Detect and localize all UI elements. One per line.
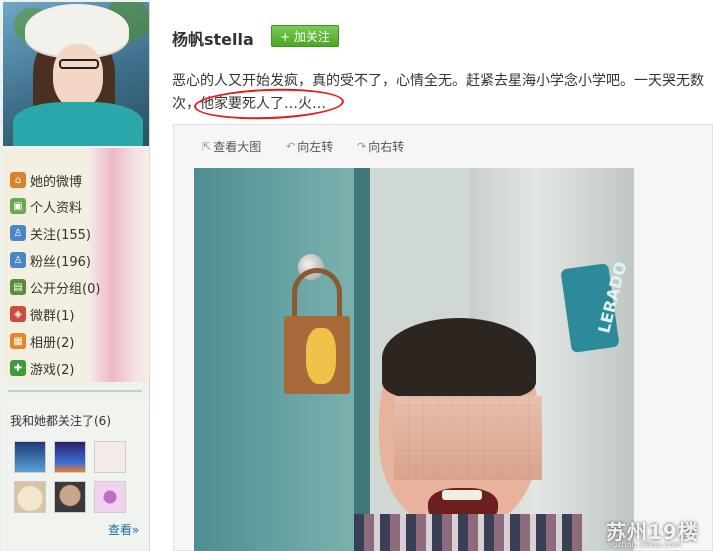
album-icon: ▦ <box>10 333 26 349</box>
rotate-right-icon: ↷ <box>357 140 367 153</box>
external-link-icon: ⇱ <box>202 140 212 153</box>
menu-item-label: 关注(155) <box>30 227 91 243</box>
photo-door-edge <box>354 168 370 551</box>
post-photo[interactable]: LERADO <box>194 168 634 551</box>
followed-user-avatar[interactable] <box>14 441 46 473</box>
sidebar-divider <box>8 390 142 392</box>
rotate-right-label: 向右转 <box>368 140 405 154</box>
view-large-button[interactable]: ⇱ 查看大图 <box>202 138 261 155</box>
follow-button[interactable]: + 加关注 <box>271 25 339 47</box>
profile-card-icon: ▣ <box>10 198 26 214</box>
profile-username: 杨帆stella <box>172 30 254 49</box>
rotate-right-button[interactable]: ↷ 向右转 <box>357 138 404 155</box>
followed-user-avatar[interactable] <box>14 481 46 513</box>
rotate-left-button[interactable]: ↶ 向左转 <box>286 138 333 155</box>
menu-item-label: 公开分组(0) <box>30 281 101 297</box>
menu-item-label: 粉丝(196) <box>30 254 91 270</box>
followed-user-avatar[interactable] <box>54 441 86 473</box>
menu-item-label: 她的微博 <box>30 174 83 190</box>
menu-item-label: 相册(2) <box>30 335 75 351</box>
profile-sidebar: ⌂ 她的微博 ▣ 个人资料 ♙ 关注(155) ♙ 粉丝(196) ▤ 公开分组… <box>0 0 150 551</box>
menu-item-fans[interactable]: ♙ 粉丝(196) <box>10 249 91 271</box>
home-icon: ⌂ <box>10 172 26 188</box>
see-more-link[interactable]: 查看» <box>108 521 139 538</box>
view-large-label: 查看大图 <box>213 140 262 154</box>
rotate-left-label: 向左转 <box>297 140 334 154</box>
menu-item-groups[interactable]: ▤ 公开分组(0) <box>10 276 100 298</box>
avatar-glasses <box>59 59 99 69</box>
avatar-face <box>53 44 103 108</box>
site-watermark-url: suzhou.19lou.com <box>608 540 682 549</box>
photo-bag-strap <box>292 268 342 318</box>
photo-child-hair <box>382 318 536 398</box>
followed-user-avatar[interactable] <box>54 481 86 513</box>
avatar-coat <box>13 102 143 146</box>
followed-user-avatar[interactable] <box>94 441 126 473</box>
menu-item-weibo[interactable]: ⌂ 她的微博 <box>10 169 82 191</box>
photo-child-shirt <box>354 514 584 551</box>
rotate-left-icon: ↶ <box>286 140 296 153</box>
menu-item-profile[interactable]: ▣ 个人资料 <box>10 195 82 217</box>
photo-child-teeth <box>442 490 482 500</box>
photo-bag-bunny <box>306 328 336 384</box>
menu-item-album[interactable]: ▦ 相册(2) <box>10 330 74 352</box>
common-follow-title: 我和她都关注了(6) <box>10 414 111 428</box>
menu-item-weiqun[interactable]: ◈ 微群(1) <box>10 303 74 325</box>
menu-item-label: 个人资料 <box>30 200 83 216</box>
menu-item-label: 微群(1) <box>30 308 75 324</box>
game-icon: ✚ <box>10 360 26 376</box>
person-icon: ♙ <box>10 225 26 241</box>
fans-icon: ♙ <box>10 252 26 268</box>
menu-item-games[interactable]: ✚ 游戏(2) <box>10 357 74 379</box>
profile-avatar[interactable] <box>3 2 149 146</box>
photo-pixelated-eyes <box>394 396 542 480</box>
weiqun-icon: ◈ <box>10 306 26 322</box>
menu-item-label: 游戏(2) <box>30 362 75 378</box>
followed-user-avatar[interactable] <box>94 481 126 513</box>
menu-item-following[interactable]: ♙ 关注(155) <box>10 222 91 244</box>
group-icon: ▤ <box>10 279 26 295</box>
